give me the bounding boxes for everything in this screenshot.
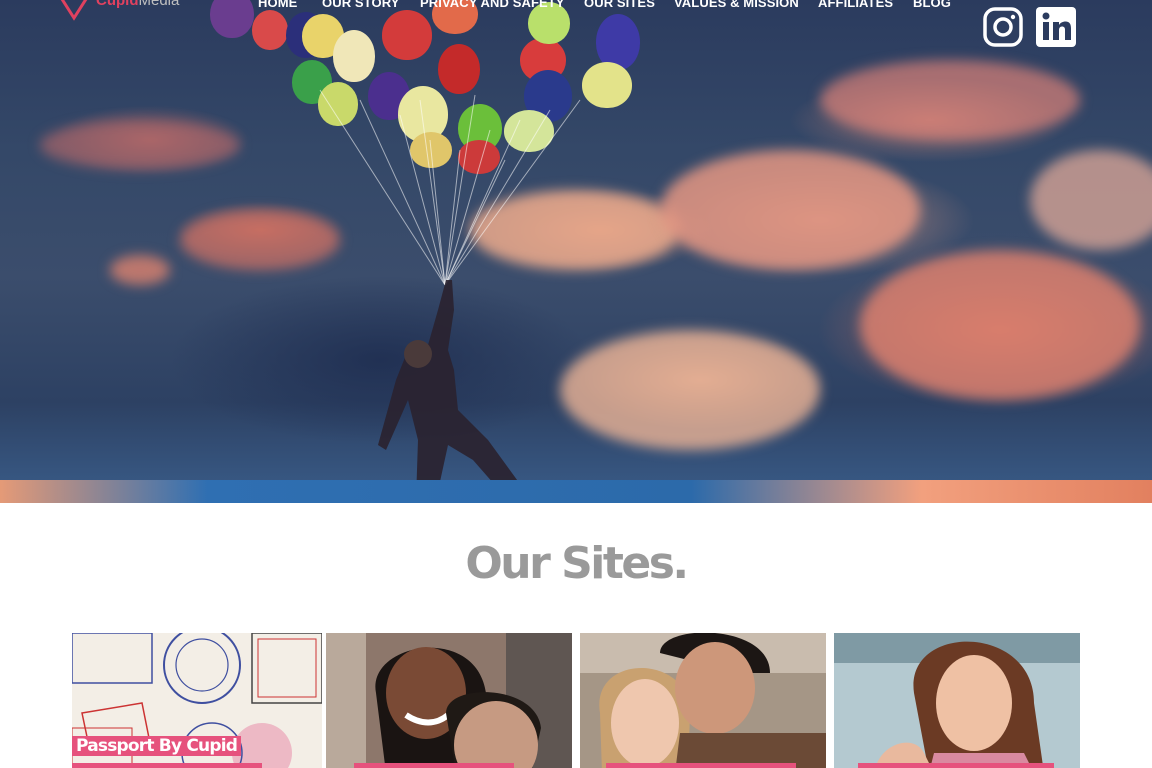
hero-bottom-strip bbox=[0, 480, 1152, 503]
nav-values-mission[interactable]: VALUES & MISSION bbox=[674, 0, 799, 10]
woman-photo-image bbox=[834, 633, 1080, 768]
balloon-strings bbox=[319, 89, 581, 286]
man-silhouette bbox=[378, 280, 528, 500]
couple-photo-image bbox=[580, 633, 826, 768]
site-card-label bbox=[606, 763, 796, 768]
hero-cloud bbox=[660, 150, 920, 270]
balloon bbox=[333, 30, 375, 82]
site-card-label: Passport By Cupid bbox=[72, 736, 242, 756]
hero-banner bbox=[0, 0, 1152, 503]
main-navigation: HOME OUR STORY PRIVACY AND SAFETY OUR SI… bbox=[0, 0, 960, 17]
site-card-label-line2 bbox=[72, 763, 262, 768]
nav-privacy-and-safety[interactable]: PRIVACY AND SAFETY bbox=[420, 0, 565, 10]
nav-affiliates[interactable]: AFFILIATES bbox=[818, 0, 893, 10]
couple-photo-image bbox=[326, 633, 572, 768]
linkedin-icon[interactable] bbox=[1036, 7, 1076, 47]
site-card-4[interactable] bbox=[834, 633, 1080, 768]
site-card-2[interactable] bbox=[326, 633, 572, 768]
nav-blog[interactable]: BLOG bbox=[913, 0, 951, 10]
site-card-3[interactable] bbox=[580, 633, 826, 768]
nav-our-sites[interactable]: OUR SITES bbox=[584, 0, 655, 10]
nav-home[interactable]: HOME bbox=[258, 0, 297, 10]
site-card-label bbox=[858, 763, 1054, 768]
hero-cloud bbox=[110, 255, 170, 285]
site-card-label bbox=[354, 763, 514, 768]
nav-our-story[interactable]: OUR STORY bbox=[322, 0, 399, 10]
hero-cloud bbox=[40, 120, 240, 170]
instagram-icon[interactable] bbox=[982, 7, 1024, 47]
linkedin-badge bbox=[1036, 7, 1076, 47]
hero-cloud bbox=[560, 330, 820, 450]
hero-cloud bbox=[860, 250, 1140, 400]
hero-cloud bbox=[1030, 150, 1152, 250]
hero-cloud bbox=[820, 60, 1080, 140]
site-card-passport[interactable]: Passport By Cupid bbox=[72, 633, 322, 768]
balloon bbox=[382, 10, 432, 60]
section-title-our-sites: Our Sites. bbox=[465, 538, 689, 589]
